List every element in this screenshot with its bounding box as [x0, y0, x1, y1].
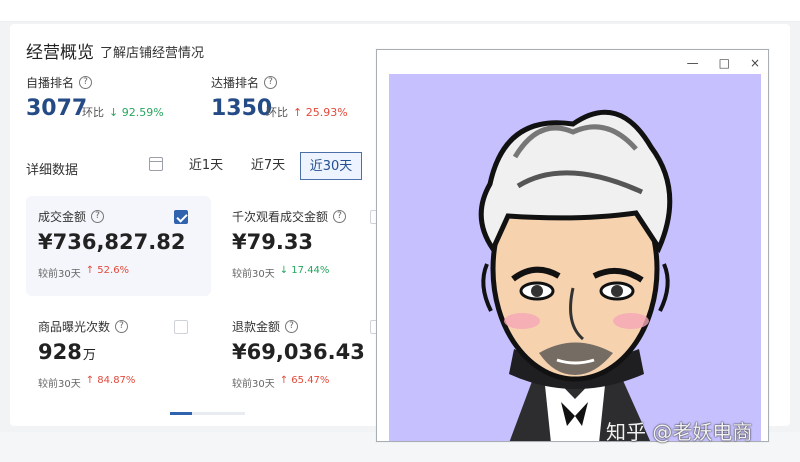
up-change: ↑ 25.93%: [293, 105, 348, 119]
metric-value-text: ¥79.33: [232, 230, 314, 254]
top-strip: [0, 0, 800, 22]
metric-value: ¥69,036.43: [232, 340, 366, 364]
metric-value: 928万: [38, 340, 96, 364]
metric-comparison: 较前30天 ↑ 65.47%: [232, 375, 329, 390]
self-rank-ratio: 环比 ↓ 92.59%: [82, 104, 164, 120]
metric-comparison: 较前30天 ↑ 84.87%: [38, 375, 135, 390]
comparison-change: ↓ 17.44%: [279, 265, 330, 276]
metric-title-text: 千次观看成交金额: [232, 210, 329, 224]
metric-checkbox[interactable]: [174, 320, 188, 334]
metric-value-text: 928: [38, 340, 82, 364]
self-rank-label: 自播排名 ?: [26, 74, 93, 91]
help-icon[interactable]: ?: [264, 76, 278, 89]
metric-title: 退款金额 ?: [232, 318, 299, 335]
page-title: 经营概览: [26, 43, 94, 63]
metric-comparison: 较前30天 ↑ 52.6%: [38, 265, 129, 280]
metric-value: ¥79.33: [232, 230, 314, 254]
range-tab-1-day[interactable]: 近1天: [175, 152, 237, 180]
metric-card-transaction-amount[interactable]: 成交金额 ? ¥736,827.82 较前30天 ↑ 52.6%: [26, 196, 211, 296]
metric-title-text: 商品曝光次数: [38, 320, 111, 334]
metric-value-text: ¥69,036.43: [232, 340, 365, 364]
comparison-change: ↑ 84.87%: [85, 375, 136, 386]
metric-title: 商品曝光次数 ?: [38, 318, 129, 335]
comparison-label: 较前30天: [232, 379, 275, 390]
metric-card-product-exposure[interactable]: 商品曝光次数 ? 928万 较前30天 ↑ 84.87%: [26, 306, 211, 406]
close-icon[interactable]: ×: [750, 56, 760, 70]
reach-rank-label-text: 达播排名: [211, 76, 260, 90]
watermark-text: 知乎 @老妖电商: [606, 420, 753, 444]
help-icon[interactable]: ?: [91, 210, 105, 223]
ratio-label: 环比: [266, 106, 288, 119]
metric-checkbox-checked[interactable]: [174, 210, 188, 224]
maximize-icon[interactable]: □: [719, 56, 730, 70]
metric-title: 千次观看成交金额 ?: [232, 208, 347, 225]
comparison-change: ↑ 65.47%: [279, 375, 330, 386]
comparison-label: 较前30天: [38, 379, 81, 390]
metric-title: 成交金额 ?: [38, 208, 105, 225]
page-subtitle: 了解店铺经营情况: [100, 46, 205, 61]
calendar-icon[interactable]: [149, 157, 163, 171]
metric-title-text: 退款金额: [232, 320, 281, 334]
ratio-label: 环比: [82, 106, 104, 119]
help-icon[interactable]: ?: [115, 320, 129, 333]
minimize-icon[interactable]: —: [687, 56, 699, 70]
down-change: ↓ 92.59%: [109, 105, 164, 119]
self-rank-value: 3077: [26, 96, 88, 121]
comparison-change: ↑ 52.6%: [85, 265, 130, 276]
metric-title-text: 成交金额: [38, 210, 87, 224]
comparison-label: 较前30天: [38, 269, 81, 280]
metric-value: ¥736,827.82: [38, 230, 186, 254]
carousel-indicator[interactable]: [170, 412, 245, 415]
reach-rank-label: 达播排名 ?: [211, 74, 278, 91]
help-icon[interactable]: ?: [285, 320, 299, 333]
cartoon-avatar-icon: [478, 109, 673, 441]
reach-rank-ratio: 环比 ↑ 25.93%: [266, 104, 348, 120]
metric-comparison: 较前30天 ↓ 17.44%: [232, 265, 329, 280]
metric-value-text: ¥736,827.82: [38, 230, 186, 254]
metric-unit: 万: [82, 348, 96, 363]
help-icon[interactable]: ?: [333, 210, 347, 223]
range-tab-7-days[interactable]: 近7天: [237, 152, 299, 180]
help-icon[interactable]: ?: [79, 76, 93, 89]
avatar-image: [389, 74, 761, 441]
comparison-label: 较前30天: [232, 269, 275, 280]
avatar-popup-window[interactable]: — □ ×: [376, 49, 769, 442]
window-controls: — □ ×: [687, 56, 760, 70]
reach-rank-value: 1350: [211, 96, 273, 121]
range-tab-30-days[interactable]: 近30天: [300, 152, 362, 180]
self-rank-label-text: 自播排名: [26, 76, 75, 90]
detail-data-label: 详细数据: [26, 163, 79, 178]
